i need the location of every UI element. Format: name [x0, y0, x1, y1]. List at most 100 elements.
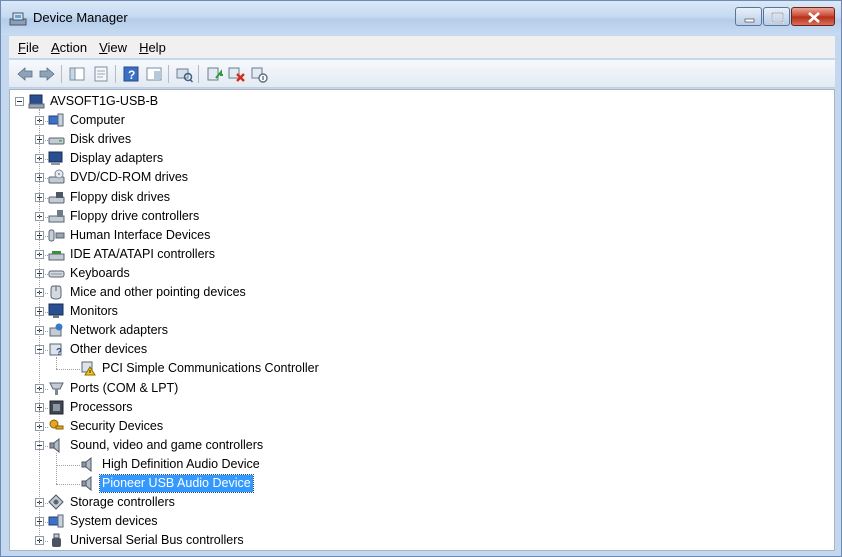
toolbar: ? — [9, 60, 835, 88]
speaker-icon — [80, 475, 97, 494]
tree-guide-line — [45, 350, 48, 352]
tree-item-label: System devices — [70, 514, 158, 529]
tree-item-label: Display adapters — [70, 151, 164, 166]
usb-icon — [48, 532, 65, 551]
tree-guide-line — [45, 140, 48, 142]
tree-category[interactable]: Human Interface Devices — [10, 226, 830, 245]
tree-category[interactable]: DVD/CD-ROM drives — [10, 168, 830, 187]
root-computer-icon — [28, 93, 45, 112]
device-tree[interactable]: AVSOFT1G-USB-B Computer Disk drives Display… — [9, 89, 835, 551]
tree-device[interactable]: High Definition Audio Device — [10, 455, 830, 474]
tree-guide-line — [56, 452, 57, 484]
menu-view-mnemonic: V — [99, 39, 108, 55]
speaker-icon — [80, 456, 97, 475]
tree-category[interactable]: IDE ATA/ATAPI controllers — [10, 245, 830, 264]
tree-root[interactable]: AVSOFT1G-USB-B — [10, 92, 830, 111]
tree-category[interactable]: Disk drives — [10, 130, 830, 149]
menu-file-mnemonic: F — [18, 39, 26, 55]
floppy-icon — [48, 189, 65, 208]
tree-device-selected[interactable]: Pioneer USB Audio Device — [10, 474, 830, 493]
tree-item-label: Universal Serial Bus controllers — [70, 533, 244, 548]
tree-item-label: DVD/CD-ROM drives — [70, 170, 189, 185]
tree-guide-line — [45, 197, 48, 199]
tree-category[interactable]: Processors — [10, 398, 830, 417]
tree-category[interactable]: Mice and other pointing devices — [10, 283, 830, 302]
menu-file[interactable]: File — [18, 40, 39, 55]
help-icon[interactable]: ? — [121, 64, 141, 84]
toolbar-separator — [61, 65, 62, 83]
disable-icon[interactable] — [249, 64, 269, 84]
tree-category[interactable]: ? Other devices — [10, 340, 830, 359]
port-icon — [48, 380, 65, 399]
properties-icon[interactable] — [91, 64, 111, 84]
tree-guide-line — [45, 312, 48, 314]
tree-category[interactable]: Network adapters — [10, 321, 830, 340]
tree-item-label: Other devices — [70, 342, 148, 357]
tree-guide-line — [56, 484, 80, 485]
tree-category[interactable]: Universal Serial Bus controllers — [10, 531, 830, 550]
device-manager-icon — [9, 12, 27, 26]
tree-item-label: Disk drives — [70, 132, 132, 147]
title-bar[interactable]: Device Manager — [1, 1, 841, 35]
menu-bar: File Action View Help — [9, 36, 835, 58]
tree-device[interactable]: PCI Simple Communications Controller — [10, 359, 830, 378]
minimize-button[interactable] — [735, 7, 762, 26]
uninstall-icon[interactable] — [226, 64, 246, 84]
tree-item-label: Pioneer USB Audio Device — [99, 474, 254, 493]
tree-guide-line — [45, 254, 48, 256]
warning-device-icon — [80, 360, 97, 379]
back-icon[interactable] — [15, 64, 35, 84]
update-driver-icon[interactable] — [204, 64, 224, 84]
tree-category[interactable]: Ports (COM & LPT) — [10, 379, 830, 398]
maximize-button[interactable] — [763, 7, 790, 26]
tree-category[interactable]: Computer — [10, 111, 830, 130]
toolbar-separator — [168, 65, 169, 83]
tree-category[interactable]: Storage controllers — [10, 493, 830, 512]
tree-guide-line — [45, 178, 48, 180]
monitor-icon — [48, 303, 65, 322]
tree-guide-line — [45, 445, 48, 447]
scan-hardware-icon[interactable] — [174, 64, 194, 84]
dvd-drive-icon — [48, 169, 65, 188]
tree-item-label: Keyboards — [70, 265, 130, 280]
menu-file-label: ile — [25, 39, 39, 55]
storage-controller-icon — [48, 494, 65, 513]
tree-category[interactable]: System devices — [10, 512, 830, 531]
tree-guide-line — [45, 235, 48, 237]
tree-guide-line — [45, 159, 48, 161]
svg-text:?: ? — [56, 347, 62, 357]
tree-guide-line — [45, 426, 48, 428]
tree-guide-line — [56, 357, 57, 370]
mouse-icon — [48, 284, 65, 303]
collapse-toggle[interactable] — [15, 97, 24, 106]
tree-guide-line — [45, 293, 48, 294]
tree-item-label: Ports (COM & LPT) — [70, 380, 179, 395]
tree-category[interactable]: Monitors — [10, 302, 830, 321]
tree-item-label: AVSOFT1G-USB-B — [50, 94, 159, 108]
tree-category[interactable]: Display adapters — [10, 149, 830, 168]
close-button[interactable] — [791, 7, 835, 26]
tree-item-label: High Definition Audio Device — [102, 456, 260, 471]
tree-item-label: Sound, video and game controllers — [70, 437, 264, 452]
tree-guide-line — [39, 109, 40, 542]
tree-item-label: Security Devices — [70, 418, 164, 433]
tree-guide-line — [56, 464, 80, 466]
tree-guide-line — [45, 121, 48, 123]
security-device-icon — [48, 418, 65, 437]
tree-category[interactable]: Floppy disk drives — [10, 188, 830, 207]
tree-category[interactable]: Floppy drive controllers — [10, 207, 830, 226]
window-title: Device Manager — [33, 10, 128, 25]
tree-item-label: Monitors — [70, 304, 118, 319]
tree-category[interactable]: Keyboards — [10, 264, 830, 283]
show-hide-icon[interactable] — [144, 64, 164, 84]
tree-category[interactable]: Sound, video and game controllers — [10, 436, 830, 455]
tree-item-label: Processors — [70, 399, 133, 414]
console-tree-icon[interactable] — [67, 64, 87, 84]
menu-help[interactable]: Help — [139, 40, 166, 55]
tree-guide-line — [45, 388, 48, 390]
tree-category[interactable]: Security Devices — [10, 417, 830, 436]
toolbar-separator — [198, 65, 199, 83]
menu-action[interactable]: Action — [51, 40, 87, 55]
forward-icon[interactable] — [37, 64, 57, 84]
menu-view[interactable]: View — [99, 40, 127, 55]
